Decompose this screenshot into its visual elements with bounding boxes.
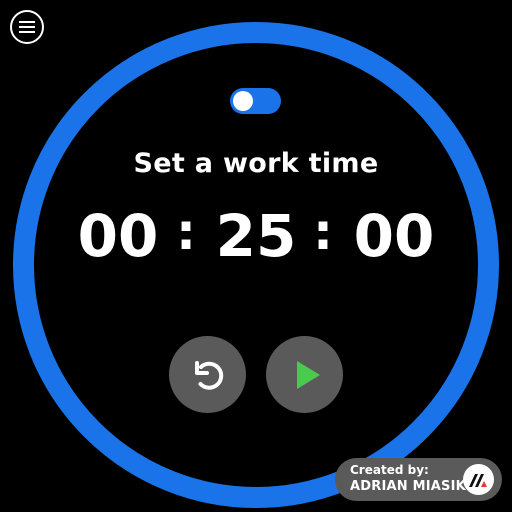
watch-face: Set a work time 00 : 25 : 00 Created by:… xyxy=(0,0,512,512)
seconds-field[interactable]: 00 xyxy=(349,200,439,272)
toggle-knob xyxy=(233,91,253,111)
menu-icon xyxy=(19,21,35,33)
hours-field[interactable]: 00 xyxy=(73,200,163,272)
reset-button[interactable] xyxy=(169,336,246,413)
time-separator: : xyxy=(176,203,196,261)
author-logo-icon xyxy=(463,464,494,495)
play-icon xyxy=(296,360,320,389)
time-separator: : xyxy=(313,203,333,261)
menu-button[interactable] xyxy=(10,10,44,44)
credit-label: Created by: xyxy=(350,463,429,477)
time-display: 00 : 25 : 00 xyxy=(0,200,512,272)
credit-author: ADRIAN MIASIK xyxy=(350,479,466,494)
mode-toggle[interactable] xyxy=(230,88,281,114)
minutes-field[interactable]: 25 xyxy=(211,200,301,272)
page-title: Set a work time xyxy=(133,148,379,179)
reset-icon xyxy=(194,360,223,390)
author-credit-badge[interactable]: Created by: ADRIAN MIASIK xyxy=(335,458,502,501)
play-button[interactable] xyxy=(266,336,343,413)
